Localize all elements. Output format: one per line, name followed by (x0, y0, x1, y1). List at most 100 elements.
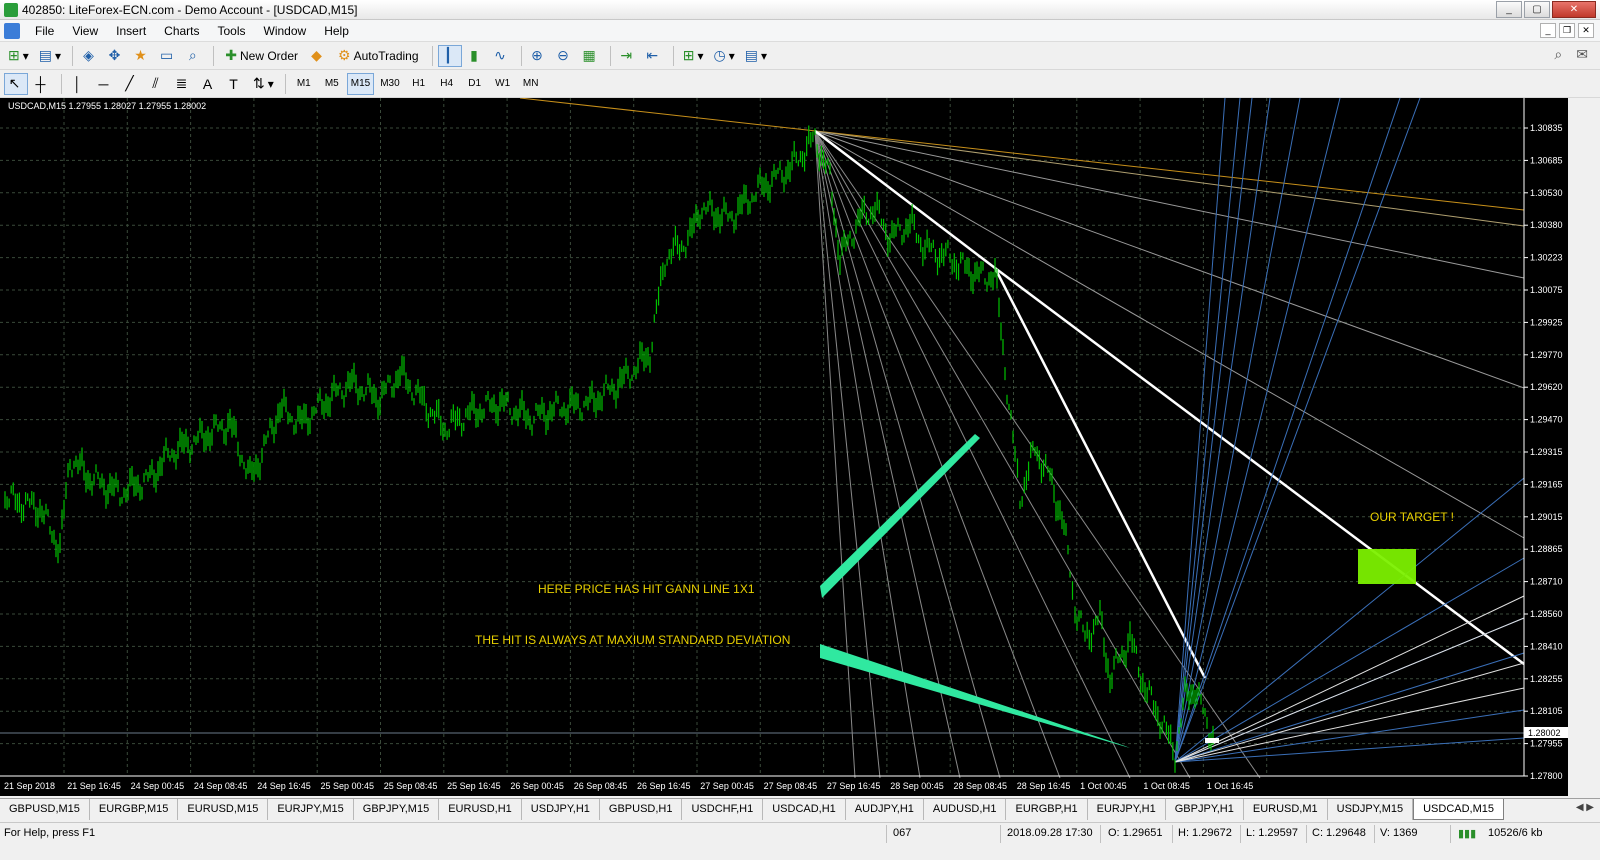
indicators-button[interactable]: ⊞ ▾ (679, 45, 708, 67)
mdi-close-icon[interactable]: ✕ (1578, 23, 1594, 38)
tab-eurjpy-m15[interactable]: EURJPY,M15 (268, 799, 354, 820)
tab-eurusd-m1[interactable]: EURUSD,M1 (1244, 799, 1328, 820)
tab-gbpusd-h1[interactable]: GBPUSD,H1 (600, 799, 683, 820)
tab-gbpjpy-h1[interactable]: GBPJPY,H1 (1166, 799, 1244, 820)
cursor-button[interactable]: ↖ (4, 72, 28, 95)
price-chart[interactable]: 1.30835 1.30685 1.30530 1.30380 1.30223 1.300… (0, 98, 1568, 796)
tab-usdjpy-h1[interactable]: USDJPY,H1 (522, 799, 600, 820)
price-tick-label: 1.29165 (1530, 479, 1563, 489)
terminal-button[interactable]: ▭ (156, 45, 180, 67)
chart-tabs: GBPUSD,M15 EURGBP,M15 EURUSD,M15 EURJPY,M15… (0, 798, 1600, 820)
target-zone (1358, 549, 1416, 584)
new-chart-button[interactable]: ⊞ ▾ (4, 45, 33, 67)
chart-canvas[interactable]: 1.30835 1.30685 1.30530 1.30380 1.30223 1.300… (0, 98, 1568, 796)
menu-charts[interactable]: Charts (155, 20, 208, 42)
arrows-button[interactable]: ⇅ ▾ (249, 73, 278, 95)
timeframe-m5[interactable]: M5 (319, 73, 345, 95)
menu-tools[interactable]: Tools (209, 20, 255, 42)
timeframe-mn[interactable]: MN (518, 73, 544, 95)
templates-button[interactable]: ▤ ▾ (741, 45, 771, 67)
status-bar: For Help, press F1 067 2018.09.28 17:30 … (0, 822, 1600, 844)
chart-shift-button[interactable]: ⇤ (642, 45, 666, 67)
tab-eurgbp-m15[interactable]: EURGBP,M15 (90, 799, 179, 820)
timeframe-m15[interactable]: M15 (346, 72, 375, 95)
menu-insert[interactable]: Insert (107, 20, 155, 42)
cursor-icon: ↖ (8, 75, 21, 91)
text-label-button[interactable]: T (223, 73, 247, 95)
new-order-button[interactable]: ✚ New Order (219, 45, 304, 67)
trendline-button[interactable]: ╱ (119, 73, 143, 95)
tab-scroll-icon[interactable]: ◀ ▶ (1576, 802, 1594, 813)
chat-icon[interactable]: ✉ (1576, 46, 1588, 63)
strategy-tester-button[interactable]: ⌕ (182, 45, 206, 67)
data-window-button[interactable]: ✥ (104, 45, 128, 67)
timeframe-h4[interactable]: H4 (434, 73, 460, 95)
timeframe-m30[interactable]: M30 (376, 73, 403, 95)
tile-windows-icon: ▦ (582, 47, 596, 63)
minimize-button[interactable]: _ (1496, 1, 1522, 18)
timeframe-h1[interactable]: H1 (406, 73, 432, 95)
line-chart-icon: ∿ (494, 47, 506, 63)
blue-fan-line (1174, 98, 1301, 763)
tab-usdjpy-m15[interactable]: USDJPY,M15 (1328, 799, 1414, 820)
mdi-restore-icon[interactable]: ❐ (1559, 23, 1575, 38)
tab-audusd-h1[interactable]: AUDUSD,H1 (924, 799, 1007, 820)
new-order-icon: ✚ (225, 47, 237, 63)
tab-eurjpy-h1[interactable]: EURJPY,H1 (1088, 799, 1166, 820)
gann-fan-line (814, 130, 1061, 779)
menu-file[interactable]: File (26, 20, 63, 42)
autotrading-button[interactable]: ⚙ AutoTrading (332, 45, 425, 67)
price-tick-label: 1.30223 (1530, 253, 1563, 263)
zoom-in-button[interactable]: ⊕ (527, 45, 551, 67)
tab-eurgbp-h1[interactable]: EURGBP,H1 (1006, 799, 1088, 820)
maximize-button[interactable]: ▢ (1524, 1, 1550, 18)
text-button[interactable]: A (197, 73, 221, 95)
bar-chart-button[interactable]: ┃ (437, 44, 462, 67)
timeframe-d1[interactable]: D1 (462, 73, 488, 95)
auto-scroll-button[interactable]: ⇥ (616, 45, 640, 67)
tab-usdchf-h1[interactable]: USDCHF,H1 (682, 799, 764, 820)
status-close: C: 1.29648 (1312, 827, 1366, 839)
menu-help[interactable]: Help (315, 20, 358, 42)
fibonacci-button[interactable]: ≣ (171, 73, 195, 95)
tile-windows-button[interactable]: ▦ (579, 45, 603, 67)
navigator-button[interactable]: ★ (130, 45, 154, 67)
white-fan-line (1174, 662, 1525, 763)
horizontal-line-button[interactable]: ─ (93, 73, 117, 95)
market-watch-button[interactable]: ◈ (78, 45, 102, 67)
tab-gbpusd-m15[interactable]: GBPUSD,M15 (0, 799, 90, 820)
tab-usdcad-h1[interactable]: USDCAD,H1 (763, 799, 846, 820)
equidistant-channel-button[interactable]: ⫽ (145, 73, 169, 95)
annotation-gann-hit: HERE PRICE HAS HIT GANN LINE 1X1 (538, 582, 755, 596)
clock-icon: ◷ (713, 47, 726, 63)
tab-gbpjpy-m15[interactable]: GBPJPY,M15 (354, 799, 440, 820)
candlestick-button[interactable]: ▮ (464, 45, 488, 67)
mdi-minimize-icon[interactable]: _ (1540, 23, 1556, 38)
timeframe-w1[interactable]: W1 (490, 73, 516, 95)
tab-eurusd-m15[interactable]: EURUSD,M15 (178, 799, 269, 820)
crosshair-button[interactable]: ┼ (30, 73, 54, 95)
channel-icon: ⫽ (152, 75, 159, 91)
new-chart-icon: ⊞ (8, 47, 20, 63)
menu-view[interactable]: View (63, 20, 107, 42)
strategy-tester-icon: ⌕ (188, 47, 197, 63)
tab-usdcad-m15[interactable]: USDCAD,M15 (1413, 799, 1504, 820)
price-tick-label: 1.27800 (1530, 771, 1563, 781)
arrows-icon: ⇅ (253, 75, 265, 91)
timeframe-m1[interactable]: M1 (291, 73, 317, 95)
close-button[interactable]: ✕ (1552, 1, 1596, 18)
periods-button[interactable]: ◷ ▾ (710, 45, 739, 67)
zoom-out-button[interactable]: ⊖ (553, 45, 577, 67)
menu-window[interactable]: Window (255, 20, 316, 42)
profiles-button[interactable]: ▤ ▾ (35, 45, 65, 67)
metaeditor-button[interactable]: ◆ (306, 45, 330, 67)
line-chart-button[interactable]: ∿ (490, 45, 514, 67)
time-tick-label: 28 Sep 00:45 (890, 781, 944, 791)
tab-eurusd-h1[interactable]: EURUSD,H1 (439, 799, 522, 820)
search-icon[interactable]: ⌕ (1554, 46, 1562, 63)
time-tick-label: 27 Sep 16:45 (827, 781, 881, 791)
blue-fan-line (1174, 98, 1241, 763)
tab-audjpy-h1[interactable]: AUDJPY,H1 (846, 799, 924, 820)
vertical-line-button[interactable]: │ (67, 73, 91, 95)
text-icon: A (202, 75, 213, 92)
